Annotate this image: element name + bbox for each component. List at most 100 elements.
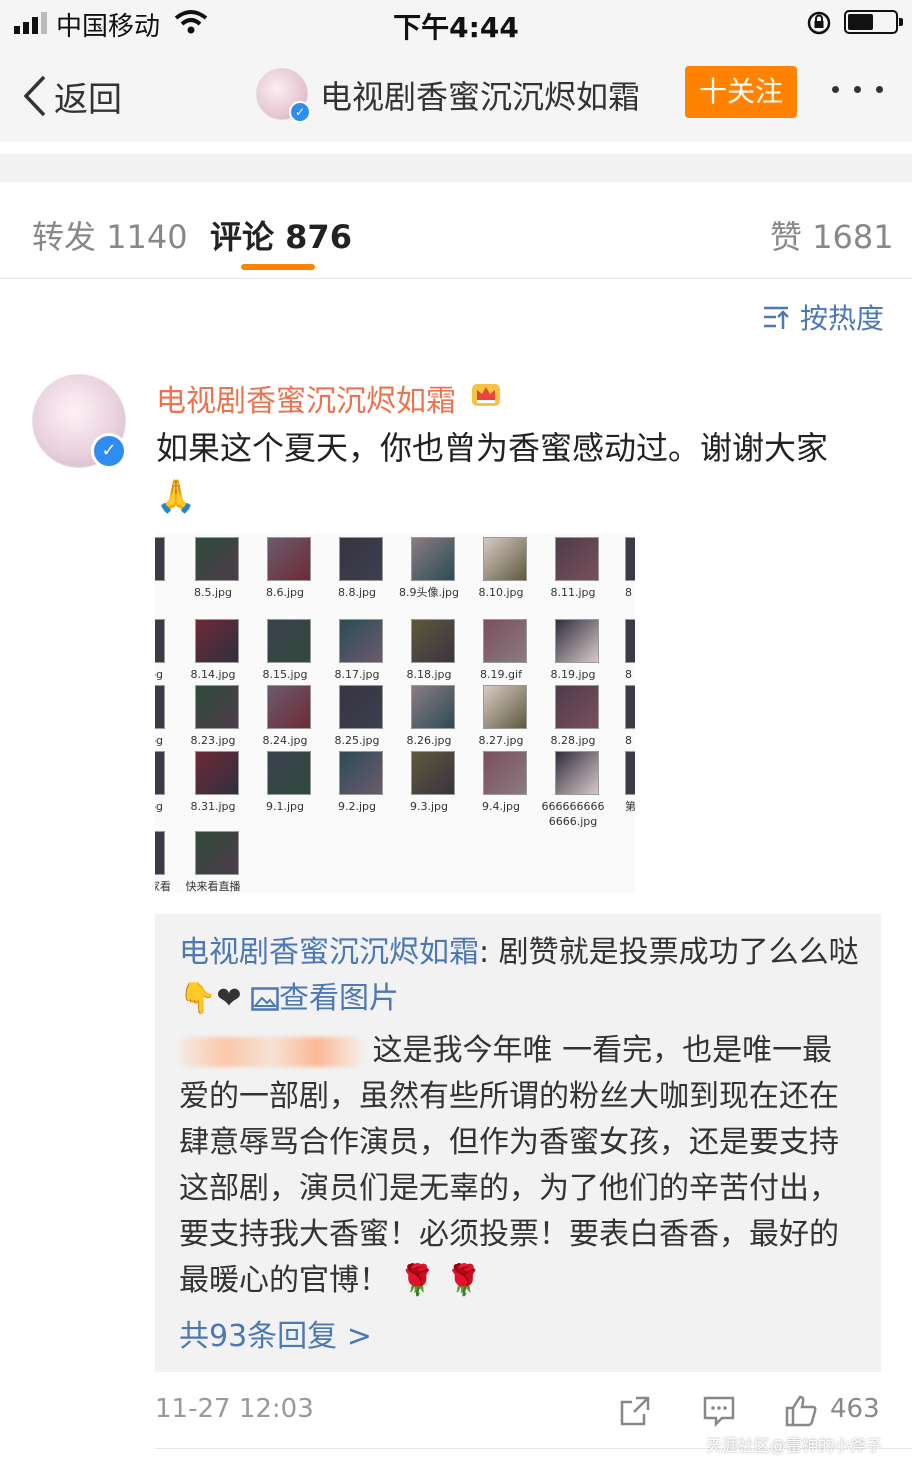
reply-text-line: 最暖心的官博！ 🌹 🌹 <box>179 1263 483 1298</box>
verified-icon: ✓ <box>91 433 127 469</box>
thumbnail <box>483 619 527 663</box>
reply-username[interactable]: 电视剧香蜜沉沉烬如霜 <box>179 935 479 970</box>
comment-text: 如果这个夏天，你也曾为香蜜感动过。谢谢大家 🙏 <box>156 424 876 520</box>
thumbnail <box>483 537 527 581</box>
image-icon <box>251 987 279 1011</box>
thumbnail-label: 8.26.jpg <box>406 734 452 747</box>
tab-count: 876 <box>285 218 352 256</box>
thumbnail <box>195 751 239 795</box>
thumbnail <box>267 751 311 795</box>
view-image-link[interactable]: 查看图片 <box>251 981 399 1016</box>
thumbnail <box>411 537 455 581</box>
thumbnail <box>625 685 635 729</box>
reply-text-line: 这部剧，演员们是无辜的，为了他们的辛苦付出， <box>179 1171 839 1206</box>
thumbnail-label: 8.23.jpg <box>190 734 236 747</box>
thumbnail <box>195 537 239 581</box>
tab-comments[interactable]: 评论 876 <box>210 212 352 258</box>
share-icon[interactable] <box>618 1394 652 1428</box>
thumbnail <box>625 619 635 663</box>
battery-icon <box>844 10 903 34</box>
thumbnail-label: 9.4.jpg <box>481 800 520 813</box>
thumbnail-label: 8.17.jpg <box>334 668 380 681</box>
thumbnail <box>483 685 527 729</box>
thumbnail <box>155 619 165 663</box>
status-time: 下午4:44 <box>393 11 519 44</box>
more-icon[interactable] <box>830 80 886 100</box>
thumbnail-label: 8.31.jpg <box>190 800 236 813</box>
reply-text: 剧赞就是投票成功了么么哒 <box>498 935 859 970</box>
orientation-lock-icon <box>807 11 831 35</box>
thumbnail <box>195 619 239 663</box>
sort-button[interactable]: 按热度 <box>762 300 884 335</box>
thumbnail <box>155 537 165 581</box>
redacted-username <box>179 1036 363 1067</box>
comment-image[interactable]: 8.5.jpg 8.6.jpg 8.8.jpg 8.9头像.jpg 8.10.jpg 8.… <box>155 533 635 893</box>
thumbnail-label: pg <box>155 668 163 681</box>
tab-label: 赞 <box>770 218 803 256</box>
thumbnail-label: 第 <box>625 800 635 813</box>
thumbnail <box>625 751 635 795</box>
thumbnail <box>155 831 165 875</box>
thumbnail-label: 8.9头像.jpg <box>398 586 459 599</box>
thumbnail-label: 8.28.jpg <box>550 734 596 747</box>
reply-text-line: 肆意辱骂合作演员，但作为香蜜女孩，还是要支持 <box>179 1125 839 1160</box>
thumbnail-label: 快来看直播吧.gif <box>185 880 241 893</box>
view-image-label: 查看图片 <box>279 981 400 1016</box>
thumbnail <box>339 751 383 795</box>
thumbnail <box>195 831 239 875</box>
thumbnail-label: 8.10.jpg <box>478 586 524 599</box>
tab-label: 转发 <box>32 218 97 256</box>
more-replies-link[interactable]: 共93条回复 > <box>179 1314 869 1360</box>
thumbnail-label: 8.8.jpg <box>337 586 376 599</box>
thumbnail <box>555 685 599 729</box>
thumbnail-label: 8.6.jpg <box>265 586 304 599</box>
comment-username[interactable]: 电视剧香蜜沉沉烬如霜 <box>156 376 456 420</box>
thumbnail <box>155 751 165 795</box>
comment-body: 如果这个夏天，你也曾为香蜜感动过。谢谢大家 <box>156 429 829 467</box>
thumbnail <box>483 751 527 795</box>
thumbnail-label: 8.5.jpg <box>193 586 232 599</box>
thumbnail <box>267 537 311 581</box>
thumbnail-label: 9.1.jpg <box>265 800 304 813</box>
avatar[interactable]: ✓ <box>32 374 127 469</box>
like-count: 463 <box>830 1394 880 1424</box>
back-button[interactable]: 返回 <box>22 74 122 120</box>
thumbnail <box>195 685 239 729</box>
thumbnail-label: 8.19.jpg <box>550 668 596 681</box>
thumbnail <box>555 751 599 795</box>
nav-bar: 返回 ✓ 电视剧香蜜沉沉烬如霜 十关注 <box>0 46 912 142</box>
chevron-left-icon <box>23 75 46 117</box>
thumbnail <box>339 537 383 581</box>
thumbnail <box>625 537 635 581</box>
tab-reposts[interactable]: 转发 1140 <box>32 212 188 258</box>
thumbnail-label: 8.25.jpg <box>334 734 380 747</box>
like-icon[interactable] <box>784 1394 818 1428</box>
thumbnail-label: 8.14.jpg <box>190 668 236 681</box>
thumbnail <box>411 751 455 795</box>
thumbnail <box>155 685 165 729</box>
reply-text-line: 爱的一部剧，虽然有些所谓的粉丝大咖到现在还在 <box>179 1079 839 1114</box>
comment-timestamp: 11-27 12:03 <box>155 1394 314 1424</box>
tab-label: 评论 <box>210 218 275 256</box>
reply-text-line: 要支持我大香蜜！必须投票！要表白香香，最好的 <box>179 1217 839 1252</box>
reply-item: 这是我今年唯 一看完，也是唯一最爱的一部剧，虽然有些所谓的粉丝大咖到现在还在 肆意… <box>179 1028 869 1304</box>
tab-likes[interactable]: 赞 1681 <box>770 212 894 258</box>
thumbnail-label: 9.3.jpg <box>409 800 448 813</box>
comment-icon[interactable] <box>702 1394 736 1428</box>
divider <box>0 142 912 154</box>
thumbnail-label: 家看 gif <box>155 880 171 893</box>
thumbnail <box>555 619 599 663</box>
thumbnail <box>339 619 383 663</box>
divider <box>0 154 912 182</box>
reply-emoji: 👇❤ <box>179 981 242 1016</box>
watermark: 天涯社区@雷神的小斧子 <box>706 1436 883 1455</box>
follow-button[interactable]: 十关注 <box>685 66 797 118</box>
active-tab-indicator <box>241 264 315 270</box>
tab-bar: 转发 1140 评论 876 赞 1681 <box>0 182 912 279</box>
thumbnail <box>339 685 383 729</box>
thumbnail-label: 8 <box>625 586 632 599</box>
avatar[interactable]: ✓ <box>256 68 311 123</box>
thumbnail <box>411 685 455 729</box>
reply-text-line: 这是我今年唯 一看完，也是唯一最 <box>179 1028 869 1074</box>
verified-icon: ✓ <box>289 101 311 123</box>
